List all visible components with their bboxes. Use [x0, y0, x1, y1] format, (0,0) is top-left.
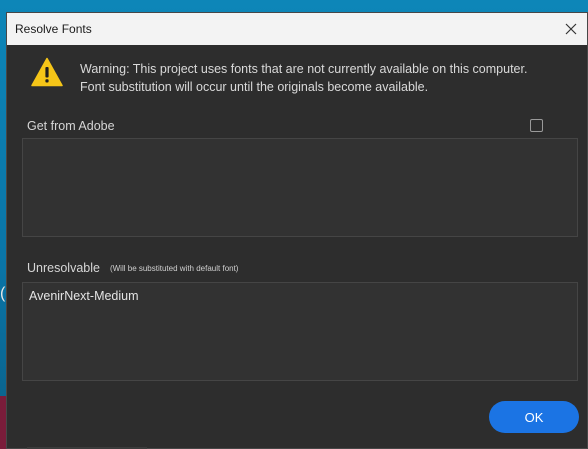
warning-message: Warning: This project uses fonts that ar… [80, 60, 580, 96]
unresolvable-font-item[interactable]: AvenirNext-Medium [29, 289, 139, 303]
warning-triangle-icon [31, 57, 63, 87]
dialog-title: Resolve Fonts [15, 22, 92, 36]
get-from-adobe-label: Get from Adobe [27, 119, 115, 133]
warning-line-2: Font substitution will occur until the o… [80, 80, 429, 94]
unresolvable-header: Unresolvable (Will be substituted with de… [27, 261, 238, 275]
warning-line-1: Warning: This project uses fonts that ar… [80, 62, 528, 76]
get-from-adobe-checkbox[interactable] [530, 119, 543, 132]
get-from-adobe-list[interactable] [22, 138, 578, 237]
unresolvable-list[interactable]: AvenirNext-Medium [22, 282, 578, 381]
resolve-fonts-dialog: Resolve Fonts Warning: This project uses… [6, 12, 588, 449]
title-bar: Resolve Fonts [7, 13, 587, 45]
close-button[interactable] [555, 13, 587, 45]
ok-button[interactable]: OK [489, 401, 579, 433]
unresolvable-note: (Will be substituted with default font) [109, 264, 239, 273]
unresolvable-label: Unresolvable [27, 261, 100, 275]
close-icon [565, 23, 577, 35]
